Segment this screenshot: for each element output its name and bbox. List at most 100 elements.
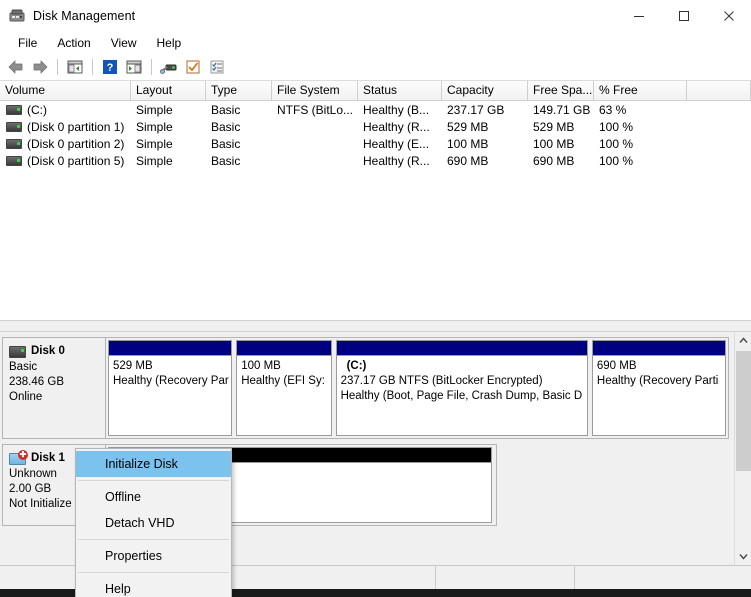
table-row[interactable]: (Disk 0 partition 2) Simple Basic Health…: [0, 135, 751, 152]
volume-list-body: (C:) Simple Basic NTFS (BitLo... Healthy…: [0, 101, 751, 169]
cell-layout: Simple: [136, 119, 173, 134]
cell-status: Healthy (E...: [363, 136, 430, 151]
cell-type: Basic: [211, 136, 241, 151]
hard-disk-error-icon: [9, 449, 28, 465]
cell-free-space: 690 MB: [533, 153, 575, 168]
partition-bar: [237, 341, 331, 355]
chevron-up-icon[interactable]: [735, 332, 751, 349]
refresh-icon[interactable]: [206, 56, 228, 78]
cell-volume: (C:): [0, 103, 131, 117]
drive-icon: [6, 155, 22, 166]
column-header-free-space[interactable]: Free Spa...: [528, 81, 594, 101]
chevron-down-icon[interactable]: [735, 548, 751, 565]
close-button[interactable]: [706, 0, 751, 32]
back-arrow-icon[interactable]: [5, 56, 27, 78]
properties-icon[interactable]: [182, 56, 204, 78]
toolbar: ?: [0, 54, 751, 80]
disk-management-window: Disk Management File Action View Help ? …: [0, 0, 751, 597]
rescan-disks-icon[interactable]: [158, 56, 180, 78]
hard-disk-icon: [9, 345, 26, 358]
drive-icon: [6, 104, 22, 115]
context-menu-item-properties[interactable]: Properties: [76, 543, 231, 569]
scrollbar-thumb[interactable]: [736, 351, 751, 471]
cell-volume-label: (Disk 0 partition 2): [27, 136, 125, 151]
menu-bar: File Action View Help: [0, 32, 751, 54]
cell-free-space: 100 MB: [533, 136, 575, 151]
cell-percent-free: 100 %: [599, 119, 634, 134]
column-header-file-system[interactable]: File System: [272, 81, 358, 101]
cell-volume: (Disk 0 partition 1): [0, 120, 131, 134]
menu-action[interactable]: Action: [47, 33, 100, 53]
title-bar: Disk Management: [0, 0, 751, 32]
cell-status: Healthy (R...: [363, 119, 430, 134]
cell-layout: Simple: [136, 102, 173, 117]
cell-volume-label: (Disk 0 partition 5): [27, 153, 125, 168]
partition-disk0-c-label: (C:): [346, 360, 367, 372]
disk-row-0[interactable]: Disk 0 Basic 238.46 GB Online 529 MB Hea…: [2, 337, 729, 439]
cell-layout: Simple: [136, 136, 173, 151]
disk-0-size: 238.46 GB: [9, 376, 64, 388]
partition-disk0-c-body: (C:) 237.17 GB NTFS (BitLocker Encrypted…: [336, 355, 587, 435]
toolbar-separator-1: [57, 59, 58, 75]
column-header-percent-free[interactable]: % Free: [594, 81, 687, 101]
maximize-button[interactable]: [661, 0, 706, 32]
disk-pane-scrollbar[interactable]: [734, 332, 751, 565]
cell-type: Basic: [211, 153, 241, 168]
toolbar-separator-3: [151, 59, 152, 75]
forward-arrow-icon[interactable]: [29, 56, 51, 78]
pane-splitter[interactable]: [0, 320, 751, 332]
partition-disk0-c-status: Healthy (Boot, Page File, Crash Dump, Ba…: [340, 390, 583, 402]
context-menu-item-detach-vhd[interactable]: Detach VHD: [76, 510, 231, 536]
cell-capacity: 100 MB: [447, 136, 489, 151]
menu-help[interactable]: Help: [147, 33, 192, 53]
context-menu-item-offline[interactable]: Offline: [76, 484, 231, 510]
disk-management-icon: [9, 8, 25, 24]
column-header-volume[interactable]: Volume: [0, 81, 131, 101]
minimize-button[interactable]: [616, 0, 661, 32]
column-header-type[interactable]: Type: [206, 81, 272, 101]
table-row[interactable]: (C:) Simple Basic NTFS (BitLo... Healthy…: [0, 101, 751, 118]
svg-text:?: ?: [107, 62, 114, 74]
partition-disk0-5-size: 690 MB: [596, 360, 637, 372]
table-row[interactable]: (Disk 0 partition 1) Simple Basic Health…: [0, 118, 751, 135]
window-controls: [616, 0, 751, 32]
cell-capacity: 529 MB: [447, 119, 489, 134]
disk-1-name: Disk 1: [31, 452, 65, 464]
cell-capacity: 237.17 GB: [447, 102, 505, 117]
window-title: Disk Management: [33, 9, 136, 23]
title-bar-left: Disk Management: [0, 8, 616, 24]
column-header-capacity[interactable]: Capacity: [442, 81, 528, 101]
column-header-status[interactable]: Status: [358, 81, 442, 101]
scrollbar-track[interactable]: [735, 349, 751, 548]
partition-disk0-2-status: Healthy (EFI Sy:: [241, 375, 325, 387]
cell-volume-label: (Disk 0 partition 1): [27, 119, 125, 134]
disk-0-info[interactable]: Disk 0 Basic 238.46 GB Online: [2, 337, 105, 439]
menu-view[interactable]: View: [101, 33, 147, 53]
disk-0-type: Basic: [9, 361, 38, 373]
partition-bar: [336, 341, 587, 355]
show-hide-action-pane-icon[interactable]: [123, 56, 145, 78]
context-menu-item-help[interactable]: Help: [76, 576, 231, 597]
help-icon[interactable]: ?: [99, 56, 121, 78]
cell-type: Basic: [211, 102, 241, 117]
partition-disk0-2[interactable]: 100 MB Healthy (EFI Sy:: [236, 340, 332, 436]
disk-0-partitions: 529 MB Healthy (Recovery Par 100 MB Heal…: [105, 337, 729, 439]
show-hide-console-tree-icon[interactable]: [64, 56, 86, 78]
cell-percent-free: 100 %: [599, 136, 634, 151]
partition-disk0-5-body: 690 MB Healthy (Recovery Parti: [592, 355, 725, 435]
toolbar-separator-2: [92, 59, 93, 75]
context-menu-item-initialize-disk[interactable]: Initialize Disk: [76, 451, 231, 477]
partition-disk0-1[interactable]: 529 MB Healthy (Recovery Par: [108, 340, 233, 436]
cell-file-system: NTFS (BitLo...: [277, 102, 354, 117]
partition-disk0-c[interactable]: (C:) 237.17 GB NTFS (BitLocker Encrypted…: [335, 340, 588, 436]
partition-disk0-5[interactable]: 690 MB Healthy (Recovery Parti: [591, 340, 726, 436]
column-header-layout[interactable]: Layout: [131, 81, 206, 101]
partition-disk0-5-status: Healthy (Recovery Parti: [596, 375, 719, 387]
partition-disk0-1-size: 529 MB: [113, 360, 153, 372]
cell-type: Basic: [211, 119, 241, 134]
table-row[interactable]: (Disk 0 partition 5) Simple Basic Health…: [0, 152, 751, 169]
partition-bar: [109, 341, 232, 355]
partition-disk0-c-size: 237.17 GB NTFS (BitLocker Encrypted): [340, 375, 543, 387]
column-header-spacer[interactable]: [687, 81, 751, 101]
menu-file[interactable]: File: [8, 33, 47, 53]
